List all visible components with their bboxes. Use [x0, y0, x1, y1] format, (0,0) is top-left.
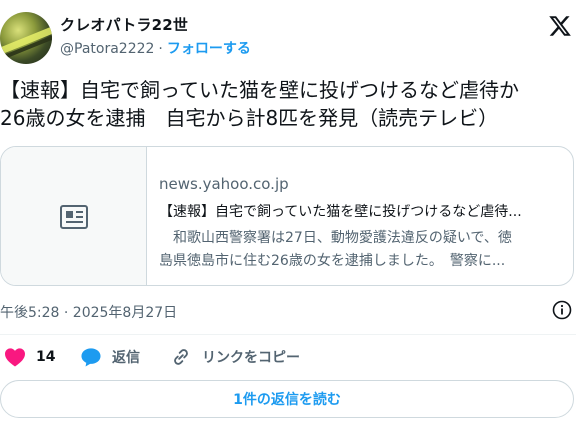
card-description-line: 島県徳島市に住む26歳の女を逮捕しました。 警察に... [159, 253, 506, 269]
separator-dot: · [158, 41, 163, 57]
copy-link-label: リンクをコピー [202, 350, 300, 366]
handle-row: @Patora2222 · フォローする [60, 38, 251, 58]
reply-button[interactable]: 返信 [80, 343, 140, 371]
reply-bubble-icon [81, 348, 101, 367]
x-logo-icon[interactable] [548, 14, 572, 38]
follow-button[interactable]: フォローする [167, 41, 251, 57]
card-description: 和歌山西警察署は27日、動物愛護法違反の疑いで、徳 島県徳島市に住む26歳の女を… [159, 227, 567, 273]
card-thumbnail [1, 147, 147, 285]
like-count: 14 [36, 349, 56, 365]
divider [0, 334, 576, 335]
user-handle[interactable]: @Patora2222 [60, 41, 154, 57]
action-bar: 14 返信 リンクをコピー [0, 343, 576, 371]
tweet-text-line: 【速報】自宅で飼っていた猫を壁に投げつけるなど虐待か [0, 78, 519, 102]
like-button[interactable]: 14 [4, 343, 55, 371]
tweet-text-line: 26歳の女を逮捕 自宅から計8匹を発見（読売テレビ） [0, 106, 499, 130]
timestamp[interactable]: 午後5:28 · 2025年8月27日 [0, 302, 177, 322]
read-replies-button[interactable]: 1件の返信を読む [0, 380, 574, 418]
link-card[interactable]: news.yahoo.co.jp 【速報】自宅で飼っていた猫を壁に投げつけるなど… [0, 146, 574, 286]
display-name[interactable]: クレオパトラ22世 [60, 14, 188, 35]
card-title: 【速報】自宅で飼っていた猫を壁に投げつけるなど虐待... [159, 204, 522, 220]
avatar[interactable] [0, 12, 52, 64]
info-icon[interactable] [552, 300, 572, 320]
article-icon [60, 205, 88, 229]
tweet-text: 【速報】自宅で飼っていた猫を壁に投げつけるなど虐待か 26歳の女を逮捕 自宅から… [0, 76, 576, 132]
heart-icon [5, 348, 25, 367]
card-description-line: 和歌山西警察署は27日、動物愛護法違反の疑いで、徳 [159, 230, 512, 246]
card-domain: news.yahoo.co.jp [159, 175, 289, 193]
copy-link-button[interactable]: リンクをコピー [170, 343, 300, 371]
tweet-header: クレオパトラ22世 @Patora2222 · フォローする [0, 0, 576, 70]
link-icon [174, 349, 188, 365]
reply-label: 返信 [112, 350, 140, 366]
